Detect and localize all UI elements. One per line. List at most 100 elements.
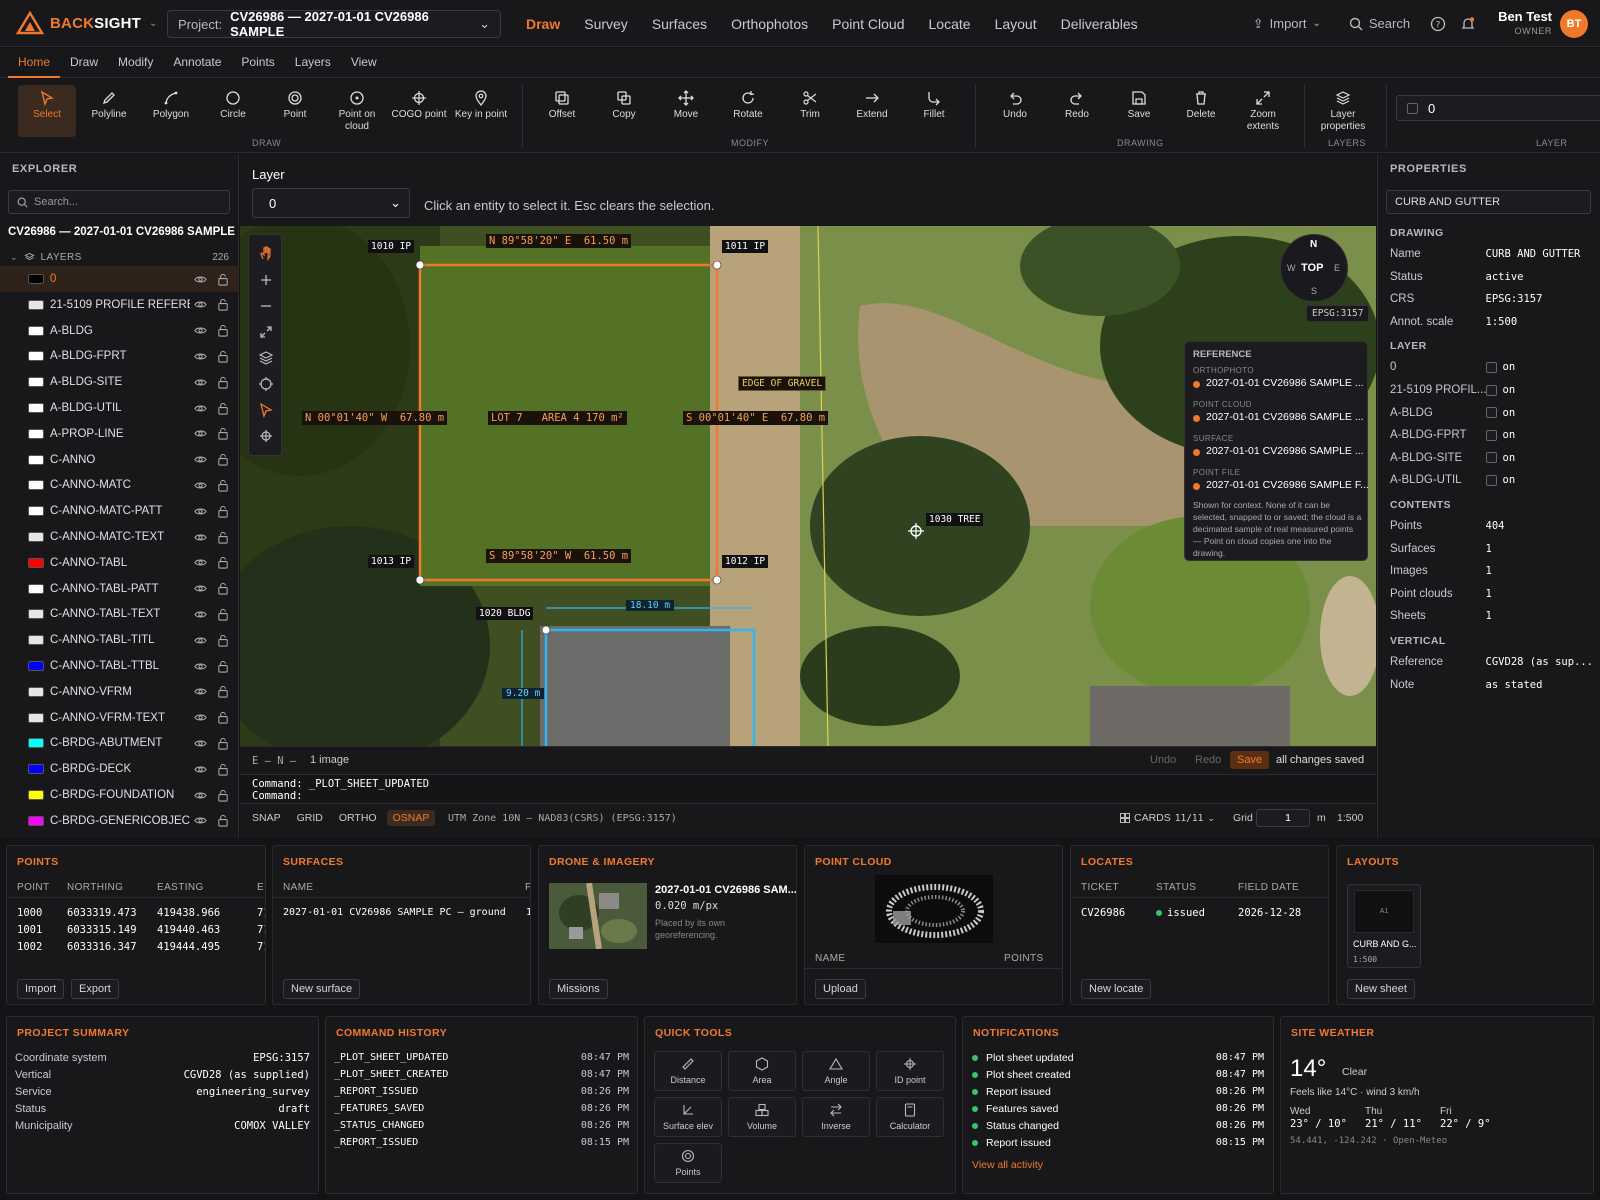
nav-surfaces[interactable]: Surfaces: [652, 16, 707, 32]
layer-color-swatch[interactable]: [28, 583, 44, 594]
eye-icon[interactable]: [194, 324, 207, 337]
layer-visibility-checkbox[interactable]: [1485, 474, 1497, 486]
layers-group-header[interactable]: ⌄ LAYERS 226: [0, 248, 238, 266]
tab-layers[interactable]: Layers: [285, 48, 341, 78]
unlock-icon[interactable]: [217, 505, 229, 518]
nav-point-cloud[interactable]: Point Cloud: [832, 16, 904, 32]
building-outline[interactable]: [544, 628, 756, 746]
hand-pan-icon[interactable]: [258, 245, 274, 261]
command-line[interactable]: Command: _PLOT_SHEET_UPDATED Command:: [240, 774, 1376, 804]
nav-orthophotos[interactable]: Orthophotos: [731, 16, 808, 32]
point-on-cloud-button[interactable]: Point on cloud: [328, 85, 386, 137]
explorer-project-name[interactable]: CV26986 — 2027-01-01 CV26986 SAMPLE: [8, 226, 235, 238]
points-cell[interactable]: 419438.966: [157, 907, 220, 919]
layer-color-swatch[interactable]: [28, 532, 44, 542]
layer-row[interactable]: 0: [0, 266, 238, 292]
fillet-button[interactable]: Fillet: [905, 85, 963, 137]
move-button[interactable]: Move: [657, 85, 715, 137]
history-row[interactable]: _STATUS_CHANGED 08:26 PM: [334, 1120, 629, 1131]
locate-icon[interactable]: [258, 376, 274, 392]
layer-color-swatch[interactable]: [28, 635, 44, 646]
entity-name-field[interactable]: CURB AND GUTTER: [1386, 190, 1591, 214]
explorer-search-input[interactable]: Search...: [8, 190, 230, 214]
layer-color-swatch[interactable]: [28, 764, 44, 775]
project-selector[interactable]: Project: CV26986 — 2027-01-01 CV26986 SA…: [167, 9, 501, 39]
layer-color-swatch[interactable]: [28, 686, 44, 697]
survey-point-1010[interactable]: [415, 260, 425, 270]
unlock-icon[interactable]: [217, 711, 229, 724]
layer-visibility-checkbox[interactable]: [1485, 384, 1497, 396]
layer-select[interactable]: 0 ⌄: [252, 188, 410, 218]
unlock-icon[interactable]: [217, 479, 229, 492]
layer-color-swatch[interactable]: [28, 712, 44, 723]
chevron-down-icon[interactable]: ⌄: [149, 18, 157, 29]
layer-color-swatch[interactable]: [28, 274, 44, 284]
help-icon[interactable]: ?: [1430, 16, 1446, 32]
eye-icon[interactable]: [194, 350, 207, 363]
unlock-icon[interactable]: [217, 376, 229, 389]
import-points-button[interactable]: Import: [17, 979, 65, 999]
layer-row[interactable]: C-ANNO-TABL: [0, 550, 238, 576]
nav-layout[interactable]: Layout: [995, 16, 1037, 32]
layer-color-swatch[interactable]: [28, 299, 44, 310]
layer-color-swatch[interactable]: [28, 661, 44, 671]
unlock-icon[interactable]: [217, 324, 229, 337]
unlock-icon[interactable]: [217, 453, 229, 466]
layer-row[interactable]: C-ANNO-MATC-TEXT: [0, 524, 238, 550]
unlock-icon[interactable]: [217, 402, 229, 415]
layout-sheet-thumbnail[interactable]: A1 CURB AND G... 1:500: [1347, 884, 1421, 968]
history-row[interactable]: _PLOT_SHEET_UPDATED 08:47 PM: [334, 1052, 629, 1063]
eye-icon[interactable]: [194, 376, 207, 389]
zoom-extents-button[interactable]: Zoom extents: [1234, 85, 1292, 137]
unlock-icon[interactable]: [217, 814, 229, 827]
unlock-icon[interactable]: [217, 273, 229, 286]
layer-row[interactable]: C-BRDG-DECK: [0, 756, 238, 782]
layer-row[interactable]: A-BLDG: [0, 318, 238, 344]
unlock-icon[interactable]: [217, 763, 229, 776]
history-row[interactable]: _PLOT_SHEET_CREATED 08:47 PM: [334, 1069, 629, 1080]
eye-icon[interactable]: [194, 582, 207, 595]
new-surface-button[interactable]: New surface: [283, 979, 361, 999]
user-info[interactable]: Ben Test OWNER: [1498, 9, 1552, 38]
upload-cloud-button[interactable]: Upload: [815, 979, 866, 999]
history-row[interactable]: _FEATURES_SAVED 08:26 PM: [334, 1103, 629, 1114]
layer-row[interactable]: A-PROP-LINE: [0, 421, 238, 447]
circle-button[interactable]: Circle: [204, 85, 262, 137]
inverse-tool[interactable]: Inverse: [802, 1097, 870, 1137]
imagery-name[interactable]: 2027-01-01 CV26986 SAM...: [655, 884, 796, 896]
unlock-icon[interactable]: [217, 789, 229, 802]
layer-row[interactable]: C-ANNO: [0, 447, 238, 473]
unlock-icon[interactable]: [217, 660, 229, 673]
points-cell[interactable]: 1000: [17, 907, 42, 919]
unlock-icon[interactable]: [217, 531, 229, 544]
points-cell[interactable]: 716.4: [257, 907, 265, 919]
points-cell[interactable]: 419444.495: [157, 941, 220, 953]
eye-icon[interactable]: [194, 402, 207, 415]
status-undo-button[interactable]: Undo: [1150, 754, 1176, 766]
layer-color-swatch[interactable]: [28, 377, 44, 388]
copy-button[interactable]: Copy: [595, 85, 653, 137]
notification-row[interactable]: Report issued 08:15 PM: [972, 1137, 1264, 1149]
offset-button[interactable]: Offset: [533, 85, 591, 137]
notification-row[interactable]: Status changed 08:26 PM: [972, 1120, 1264, 1132]
layer-row[interactable]: C-ANNO-TABL-TITL: [0, 627, 238, 653]
status-redo-button[interactable]: Redo: [1195, 754, 1221, 766]
layer-visibility-checkbox[interactable]: [1485, 361, 1497, 373]
measure-icon[interactable]: [258, 428, 274, 444]
eye-icon[interactable]: [194, 737, 207, 750]
layer-color-swatch[interactable]: [28, 790, 44, 800]
layer-row[interactable]: C-BRDG-ABUTMENT: [0, 730, 238, 756]
unlock-icon[interactable]: [217, 298, 229, 311]
eye-icon[interactable]: [194, 660, 207, 673]
layer-color-swatch[interactable]: [28, 815, 44, 826]
orthophoto-thumbnail[interactable]: [549, 883, 647, 949]
points-cell[interactable]: 6033315.149: [67, 924, 137, 936]
key-in-point-button[interactable]: Key in point: [452, 85, 510, 137]
tab-points[interactable]: Points: [231, 48, 284, 78]
survey-point-1011[interactable]: [712, 260, 722, 270]
notification-row[interactable]: Plot sheet updated 08:47 PM: [972, 1052, 1264, 1064]
volume-tool[interactable]: Volume: [728, 1097, 796, 1137]
layer-row[interactable]: C-ANNO-TABL-PATT: [0, 576, 238, 602]
points-cell[interactable]: 1002: [17, 941, 42, 953]
layer-row[interactable]: A-BLDG-UTIL: [0, 395, 238, 421]
